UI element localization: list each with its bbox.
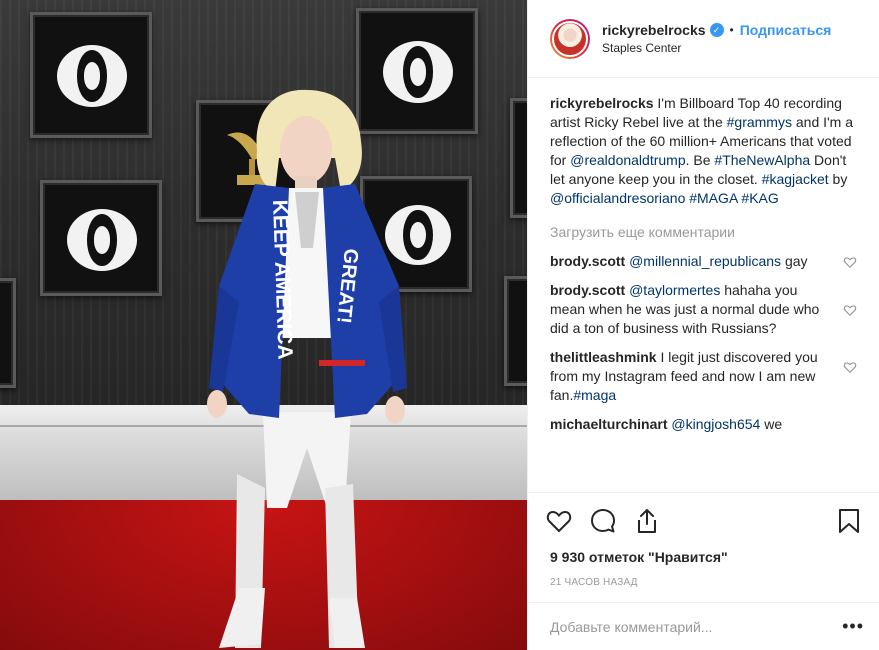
comments-area[interactable]: rickyrebelrocks I'm Billboard Top 40 rec… — [528, 78, 879, 492]
more-options-icon[interactable]: ••• — [842, 616, 864, 637]
comment-item: thelittleashmink I legit just discovered… — [550, 348, 857, 405]
caption-link[interactable]: #grammys — [727, 114, 792, 130]
post-timestamp[interactable]: 21 часов назад — [550, 577, 864, 588]
bookmark-icon — [839, 509, 859, 533]
heart-icon — [546, 510, 572, 533]
verified-badge-icon: ✓ — [709, 23, 724, 37]
comment-item: brody.scott @taylormertes hahaha you mea… — [550, 281, 857, 338]
header-info: rickyrebelrocks ✓ • Подписаться Staples … — [602, 22, 831, 55]
comment-like-icon[interactable] — [843, 360, 857, 374]
share-icon — [638, 509, 656, 533]
load-more-comments-button[interactable]: Загрузить еще комментарии — [550, 224, 857, 240]
post-header: rickyrebelrocks ✓ • Подписаться Staples … — [528, 0, 879, 78]
person-figure: KEEP AMERICA GREAT! — [207, 89, 407, 648]
caption-username[interactable]: rickyrebelrocks — [550, 95, 654, 111]
comment-text: gay — [781, 253, 808, 269]
caption-link[interactable]: #KAG — [741, 190, 778, 206]
caption-link[interactable]: #MAGA — [689, 190, 737, 206]
backdrop-frame — [504, 276, 527, 386]
caption-segment: by — [828, 171, 848, 187]
caption-text: I'm Billboard Top 40 recording artist Ri… — [550, 95, 853, 206]
follow-button[interactable]: Подписаться — [740, 22, 832, 38]
comment-username[interactable]: brody.scott — [550, 253, 625, 269]
comment-item: michaelturchinart @kingjosh654 we — [550, 415, 857, 434]
add-comment-bar: ••• — [528, 602, 879, 650]
separator: • — [729, 23, 734, 37]
cbs-logo-frame — [30, 12, 152, 138]
comment-text: we — [760, 416, 783, 432]
instagram-post: KEEP AMERICA GREAT! rickyrebelrocks ✓ • … — [0, 0, 879, 650]
comment-icon — [591, 509, 615, 533]
avatar-image — [552, 20, 588, 57]
header-row: rickyrebelrocks ✓ • Подписаться — [602, 22, 831, 38]
comment-like-icon[interactable] — [843, 303, 857, 317]
caption-link[interactable]: @realdonaldtrump — [570, 152, 685, 168]
caption-link[interactable]: @officialandresoriano — [550, 190, 685, 206]
post-photo[interactable]: KEEP AMERICA GREAT! — [0, 0, 527, 650]
post-caption: rickyrebelrocks I'm Billboard Top 40 rec… — [550, 94, 857, 208]
cbs-logo-frame — [40, 180, 162, 296]
add-comment-input[interactable] — [550, 618, 843, 635]
comment-username[interactable]: brody.scott — [550, 282, 625, 298]
comment-hashtag[interactable]: #maga — [573, 387, 616, 403]
cbs-eye-icon — [57, 45, 127, 107]
backdrop-frame — [510, 98, 527, 218]
comment-button[interactable] — [588, 506, 618, 536]
username-link[interactable]: rickyrebelrocks — [602, 22, 706, 38]
location-link[interactable]: Staples Center — [602, 41, 831, 55]
like-button[interactable] — [544, 506, 574, 536]
caption-link[interactable]: #TheNewAlpha — [714, 152, 810, 168]
comment-like-icon[interactable] — [843, 255, 857, 269]
caption-segment: . Be — [685, 152, 715, 168]
comment-item: brody.scott @millennial_republicans gay — [550, 252, 857, 271]
comment-mention[interactable]: @taylormertes — [629, 282, 720, 298]
caption-link[interactable]: #kagjacket — [762, 171, 829, 187]
avatar[interactable] — [550, 18, 590, 59]
post-sidebar: rickyrebelrocks ✓ • Подписаться Staples … — [527, 0, 879, 650]
likes-count[interactable]: 9 930 отметок "Нравится" — [550, 549, 864, 565]
comment-mention[interactable]: @millennial_republicans — [629, 253, 781, 269]
action-bar: 9 930 отметок "Нравится" 21 часов назад — [528, 492, 879, 588]
backdrop-frame — [0, 278, 16, 388]
share-button[interactable] — [632, 506, 662, 536]
save-button[interactable] — [834, 506, 864, 536]
comment-username[interactable]: thelittleashmink — [550, 349, 657, 365]
comment-mention[interactable]: @kingjosh654 — [671, 416, 760, 432]
cbs-eye-icon — [67, 209, 137, 271]
action-icons — [544, 505, 864, 537]
comment-username[interactable]: michaelturchinart — [550, 416, 667, 432]
